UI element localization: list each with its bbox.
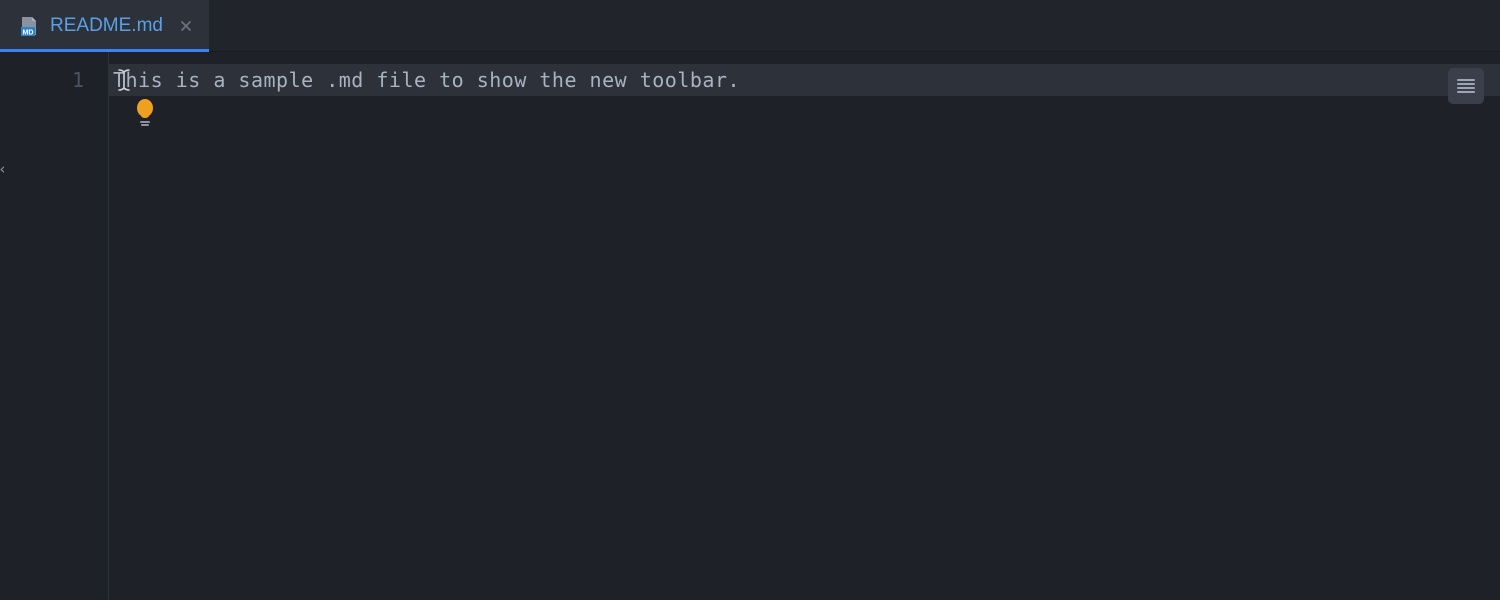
left-edge: ‹ <box>0 52 8 600</box>
line-number[interactable]: 1 <box>8 64 84 96</box>
code-line[interactable]: This is a sample .md file to show the ne… <box>109 64 1500 96</box>
lightbulb-icon[interactable] <box>135 98 155 126</box>
gutter: 1 <box>8 52 108 600</box>
editor-options-button[interactable] <box>1448 68 1484 104</box>
tab-label: README.md <box>50 15 163 37</box>
tab-bar: MD README.md <box>0 0 1500 52</box>
menu-lines-icon <box>1455 75 1477 97</box>
svg-text:MD: MD <box>23 29 34 36</box>
tab-readme[interactable]: MD README.md <box>0 0 209 51</box>
markdown-file-icon: MD <box>18 15 40 37</box>
editor-area: ‹ 1 This is a sample .md file to show th… <box>0 52 1500 600</box>
code-area[interactable]: This is a sample .md file to show the ne… <box>108 52 1500 600</box>
close-icon[interactable] <box>179 19 193 33</box>
code-text: This is a sample .md file to show the ne… <box>113 64 740 96</box>
fold-indicator-icon[interactable]: ‹ <box>0 160 7 178</box>
